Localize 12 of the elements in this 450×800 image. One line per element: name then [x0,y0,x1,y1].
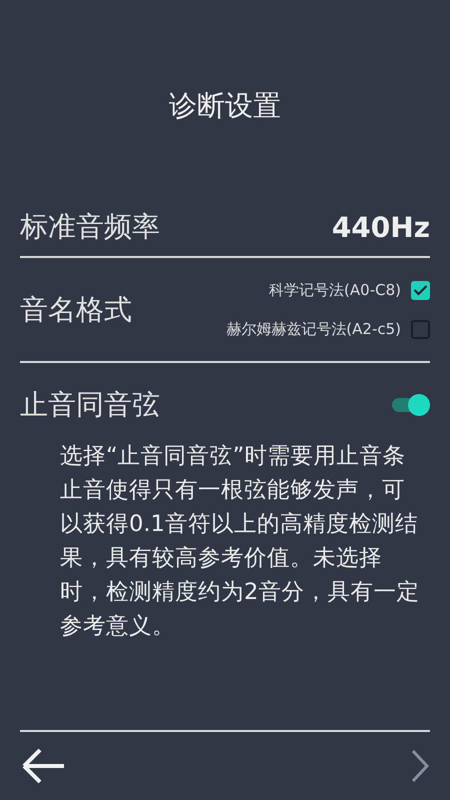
checkbox[interactable] [411,320,430,338]
setting-label: 止音同音弦 [20,387,160,423]
setting-label: 标准音频率 [20,209,160,245]
description-text: 选择“止音同音弦”时需要用止音条止音使得只有一根弦能够发声，可以获得0.1音符以上的高精度检测结果，具有较高参考价值。未选择时，检测精度约为2音分，具有一定参考意义。 [60,442,420,641]
notation-option[interactable]: 科学记号法(A0-C8) [269,280,430,300]
screen-title: 诊断设置 [168,88,282,124]
setting-label: 音名格式 [20,292,132,328]
toggle-switch[interactable] [390,392,430,418]
notation-option[interactable]: 赫尔姆赫兹记号法(A2-c5) [226,320,430,338]
frequency-value[interactable]: 440Hz [332,210,430,244]
forward-chevron-icon[interactable] [410,748,430,784]
checkbox[interactable] [411,280,430,300]
